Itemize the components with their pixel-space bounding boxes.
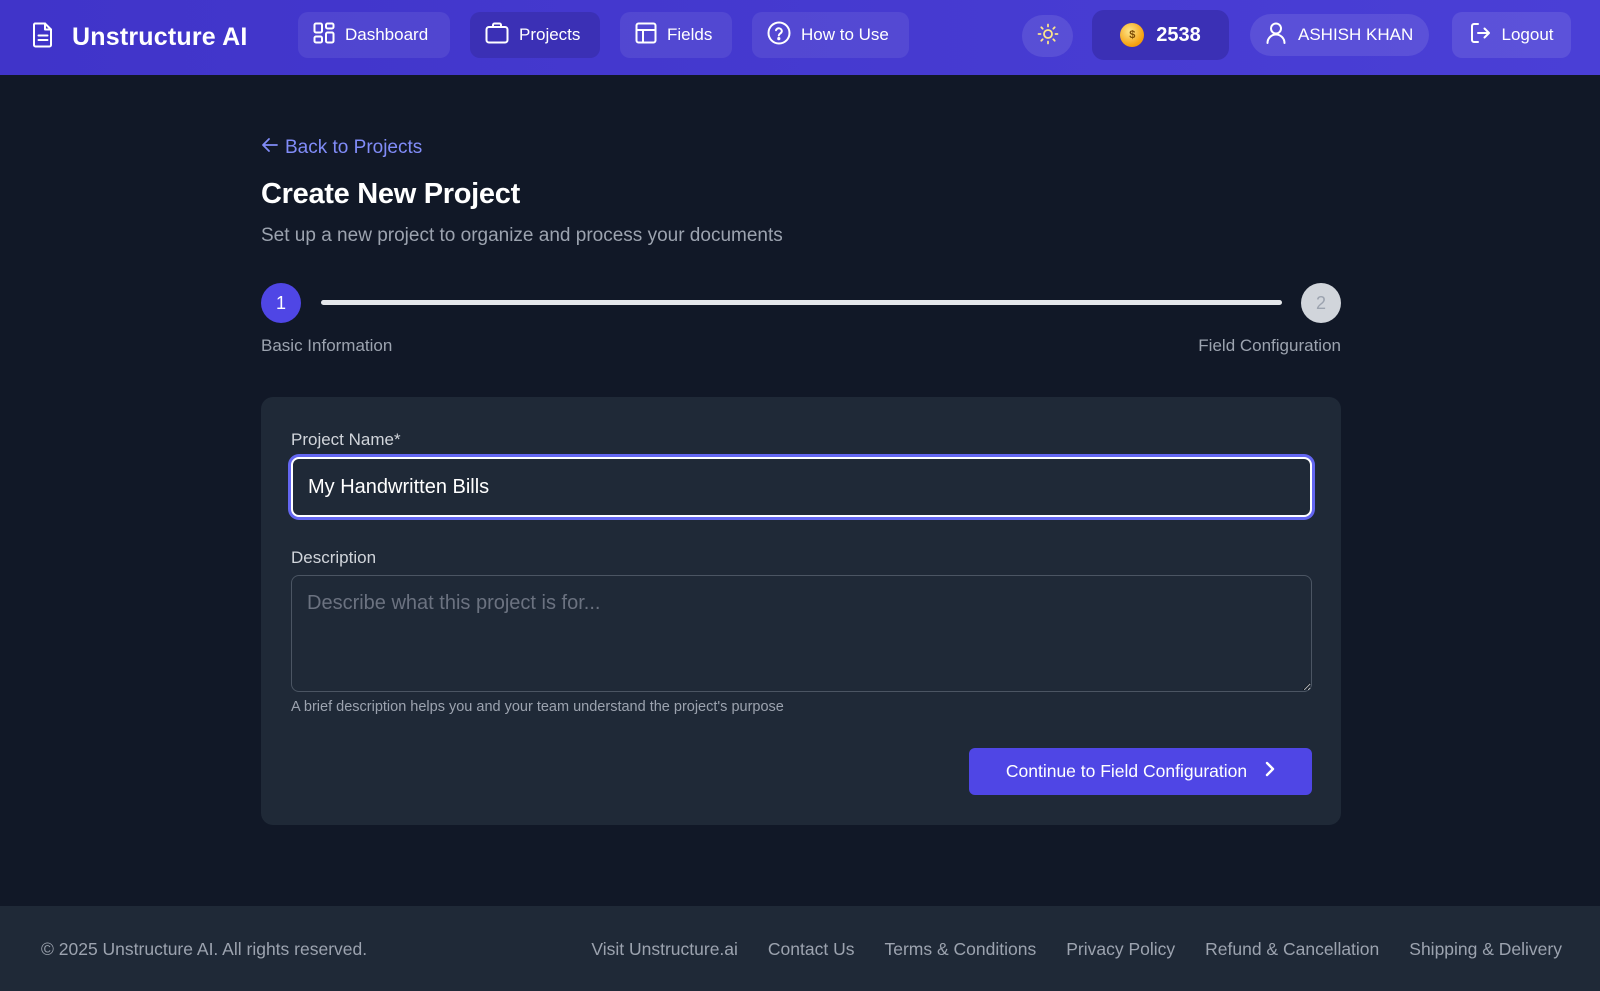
step-progress-line bbox=[321, 300, 1282, 305]
footer-link-visit-site[interactable]: Visit Unstructure.ai bbox=[591, 939, 738, 960]
footer-link-privacy[interactable]: Privacy Policy bbox=[1066, 939, 1175, 960]
document-icon bbox=[32, 22, 54, 53]
nav-projects[interactable]: Projects bbox=[470, 12, 600, 58]
user-profile-button[interactable]: ASHISH KHAN bbox=[1250, 14, 1430, 56]
description-label: Description bbox=[291, 548, 377, 567]
logout-icon bbox=[1470, 22, 1492, 49]
nav-fields[interactable]: Fields bbox=[620, 12, 732, 58]
footer: © 2025 Unstructure AI. All rights reserv… bbox=[0, 906, 1600, 991]
briefcase-icon bbox=[485, 22, 509, 49]
footer-link-contact[interactable]: Contact Us bbox=[768, 939, 855, 960]
step-2-label: Field Configuration bbox=[1198, 336, 1341, 355]
footer-link-refund[interactable]: Refund & Cancellation bbox=[1205, 939, 1379, 960]
top-navigation-bar: Unstructure AI Dashboard Projects Fields… bbox=[0, 0, 1600, 75]
brand-name: Unstructure AI bbox=[72, 23, 248, 51]
description-help-text: A brief description helps you and your t… bbox=[291, 699, 784, 715]
help-circle-icon bbox=[767, 21, 791, 50]
user-name: ASHISH KHAN bbox=[1298, 25, 1414, 44]
step-1-label: Basic Information bbox=[261, 336, 393, 355]
nav-how-to-use-label: How to Use bbox=[801, 25, 889, 44]
nav-fields-label: Fields bbox=[667, 25, 713, 44]
description-textarea[interactable] bbox=[291, 575, 1312, 692]
credits-count: 2538 bbox=[1156, 23, 1201, 46]
nav-dashboard[interactable]: Dashboard bbox=[298, 12, 450, 58]
coin-icon: $ bbox=[1120, 23, 1145, 47]
nav-how-to-use[interactable]: How to Use bbox=[752, 12, 909, 58]
continue-button-label: Continue to Field Configuration bbox=[1005, 761, 1248, 781]
copyright-text: © 2025 Unstructure AI. All rights reserv… bbox=[41, 939, 368, 959]
project-name-label: Project Name* bbox=[291, 430, 401, 449]
arrow-left-icon bbox=[261, 137, 279, 159]
footer-link-terms[interactable]: Terms & Conditions bbox=[884, 939, 1036, 960]
page-subtitle: Set up a new project to organize and pro… bbox=[261, 225, 783, 246]
logout-button[interactable]: Logout bbox=[1452, 12, 1571, 58]
chevron-right-icon bbox=[1265, 761, 1275, 782]
nav-dashboard-label: Dashboard bbox=[345, 25, 429, 44]
nav-projects-label: Projects bbox=[519, 25, 581, 44]
continue-to-field-configuration-button[interactable]: Continue to Field Configuration bbox=[969, 748, 1312, 795]
project-form-card: Project Name* Description A brief descri… bbox=[261, 397, 1341, 825]
back-to-projects-link[interactable]: Back to Projects bbox=[261, 137, 422, 159]
credits-balance[interactable]: $ 2538 bbox=[1092, 10, 1229, 60]
dashboard-icon bbox=[313, 22, 335, 49]
theme-toggle-button[interactable] bbox=[1022, 15, 1073, 57]
footer-link-shipping[interactable]: Shipping & Delivery bbox=[1409, 939, 1562, 960]
project-name-input[interactable] bbox=[291, 457, 1312, 517]
logout-label: Logout bbox=[1501, 25, 1554, 44]
sun-icon bbox=[1037, 23, 1059, 50]
step-1-indicator: 1 bbox=[261, 283, 301, 323]
table-icon bbox=[635, 22, 657, 49]
user-icon bbox=[1266, 22, 1286, 49]
footer-links: Visit Unstructure.ai Contact Us Terms & … bbox=[591, 939, 1562, 960]
step-2-indicator: 2 bbox=[1301, 283, 1341, 323]
page-title: Create New Project bbox=[261, 178, 520, 210]
back-link-label: Back to Projects bbox=[285, 137, 423, 158]
brand[interactable]: Unstructure AI bbox=[32, 0, 248, 75]
